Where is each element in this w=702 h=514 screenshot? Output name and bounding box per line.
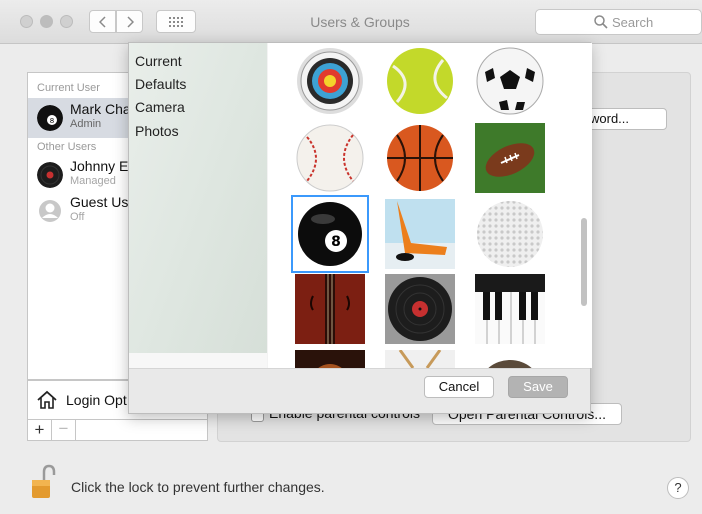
cancel-button[interactable]: Cancel <box>424 376 494 398</box>
close-window-button[interactable] <box>20 15 33 28</box>
user-role: Admin <box>70 118 102 130</box>
chevron-left-icon <box>98 15 106 28</box>
search-placeholder: Search <box>612 14 654 30</box>
record-icon[interactable] <box>385 274 455 344</box>
avatar-icon <box>37 162 63 188</box>
help-button[interactable]: ? <box>667 477 689 499</box>
hockey-icon[interactable] <box>385 199 455 269</box>
show-all-button[interactable] <box>156 10 196 33</box>
back-button[interactable] <box>89 10 116 33</box>
lock-icon[interactable] <box>30 464 56 500</box>
grid-icon <box>169 16 183 27</box>
login-options-label: Login Opt <box>66 392 127 408</box>
soccer-ball-icon[interactable] <box>475 46 545 116</box>
picture-picker: Current Defaults Camera Photos 8 <box>128 42 592 414</box>
picture-grid-scrollbar[interactable] <box>581 218 587 306</box>
search-field[interactable]: Search <box>535 9 702 35</box>
other-users-label: Other Users <box>37 141 97 153</box>
golf-ball-icon[interactable] <box>475 199 545 269</box>
source-current[interactable]: Current <box>135 53 182 69</box>
svg-text:8: 8 <box>50 117 54 125</box>
source-camera[interactable]: Camera <box>135 99 185 115</box>
window-title: Users & Groups <box>310 14 410 30</box>
lock-message: Click the lock to prevent further change… <box>71 479 325 495</box>
user-name: Guest Us <box>70 194 129 210</box>
user-name: Mark Cha <box>70 101 131 117</box>
violin-icon[interactable] <box>295 274 365 344</box>
source-list-footer <box>129 353 267 368</box>
avatar-icon: 8 <box>37 105 63 131</box>
search-icon <box>594 15 608 29</box>
target-icon[interactable] <box>295 46 365 116</box>
guest-avatar-icon <box>39 200 61 222</box>
picture-grid: 8 <box>268 43 592 368</box>
nautilus-icon[interactable] <box>475 350 545 368</box>
piano-icon[interactable] <box>475 274 545 344</box>
chevron-right-icon <box>126 15 134 28</box>
source-photos[interactable]: Photos <box>135 123 179 139</box>
user-role: Off <box>70 211 85 223</box>
baseball-icon[interactable] <box>295 123 365 193</box>
svg-text:8: 8 <box>331 234 341 250</box>
source-defaults[interactable]: Defaults <box>135 76 186 92</box>
zoom-window-button[interactable] <box>60 15 73 28</box>
basketball-icon[interactable] <box>385 123 455 193</box>
drum-icon[interactable] <box>385 350 455 368</box>
remove-user-button[interactable]: − <box>52 420 76 440</box>
tennis-ball-icon[interactable] <box>385 46 455 116</box>
forward-button[interactable] <box>116 10 143 33</box>
guitar-icon[interactable] <box>295 350 365 368</box>
user-name: Johnny E <box>70 158 129 174</box>
add-user-button[interactable]: + <box>28 420 52 440</box>
football-icon[interactable] <box>475 123 545 193</box>
current-user-label: Current User <box>37 82 100 94</box>
save-button[interactable]: Save <box>508 376 568 398</box>
minimize-window-button[interactable] <box>40 15 53 28</box>
house-icon <box>37 390 57 409</box>
user-role: Managed <box>70 175 116 187</box>
title-bar: Users & Groups Search <box>0 0 702 44</box>
eight-ball-icon[interactable]: 8 <box>291 195 369 273</box>
picture-source-list: Current Defaults Camera Photos <box>129 43 267 368</box>
add-remove-bar: + − <box>27 420 208 441</box>
